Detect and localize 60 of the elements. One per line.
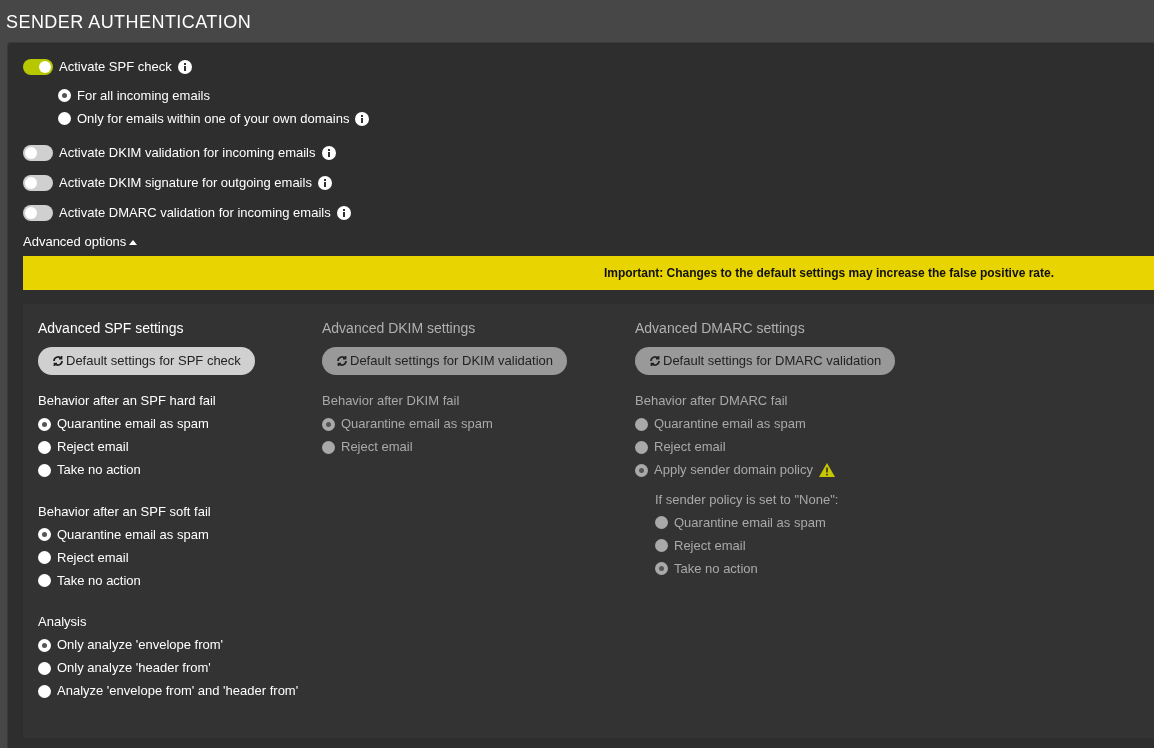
radio-button[interactable] [38, 574, 51, 587]
radio-button[interactable] [38, 684, 51, 698]
toggle-switch[interactable] [23, 175, 53, 191]
radio-label: Reject email [674, 536, 746, 555]
toggle-label: Activate DKIM validation for incoming emails [59, 144, 316, 163]
radio-label: Reject email [341, 438, 413, 457]
toggle-switch[interactable] [23, 59, 53, 75]
radio-label: Only analyze 'envelope from' [57, 636, 224, 655]
radio-button[interactable] [58, 112, 71, 125]
group-label: Analysis [38, 613, 88, 631]
radio-label: Quarantine email as spam [57, 525, 209, 544]
refresh-icon [52, 355, 64, 367]
refresh-icon [649, 355, 661, 367]
group-label: Behavior after an SPF hard fail [38, 392, 217, 410]
toggle-label: Activate DKIM signature for outgoing emails [59, 174, 312, 193]
page-title: SENDER AUTHENTICATION [5, 11, 253, 34]
radio-label: Quarantine email as spam [654, 415, 806, 434]
toggle-switch[interactable] [23, 205, 53, 221]
toggle-label: Activate SPF check [59, 58, 172, 77]
radio-button[interactable] [38, 528, 51, 541]
radio-label: Reject email [57, 548, 129, 567]
info-icon[interactable] [177, 60, 192, 74]
radio-label: Analyze 'envelope from' and 'header from' [57, 682, 299, 701]
advanced-options-link[interactable]: Advanced options [23, 232, 138, 252]
info-icon[interactable] [336, 206, 351, 220]
warning-banner: Important: Changes to the default settings may increase the false positive rate. [23, 256, 1154, 290]
radio-label: Quarantine email as spam [674, 513, 826, 532]
info-icon[interactable] [321, 146, 336, 160]
radio-label: Only for emails within one of your own domains [77, 109, 350, 128]
radio-button[interactable] [38, 440, 51, 454]
radio-label: Take no action [57, 461, 141, 480]
radio-label: Apply sender domain policy [654, 461, 813, 480]
radio-label: Reject email [654, 438, 726, 457]
reset-button[interactable]: Default settings for SPF check [38, 347, 255, 375]
column-title: Advanced DMARC settings [635, 319, 806, 338]
radio-button[interactable] [38, 417, 51, 431]
radio-label: Quarantine email as spam [341, 415, 493, 434]
radio-label: Reject email [57, 438, 129, 457]
group-label: Behavior after DKIM fail [322, 392, 461, 410]
radio-label: Take no action [57, 571, 141, 590]
group-label: Behavior after DMARC fail [635, 392, 789, 410]
group-label: If sender policy is set to "None": [655, 490, 840, 509]
radio-label: For all incoming emails [77, 86, 210, 105]
refresh-icon [336, 355, 348, 367]
radio-label: Take no action [674, 559, 758, 578]
group-label: Behavior after an SPF soft fail [38, 502, 212, 521]
warning-icon [819, 463, 835, 477]
radio-label: Quarantine email as spam [57, 415, 209, 434]
radio-button[interactable] [38, 638, 51, 652]
column-title: Advanced SPF settings [38, 319, 185, 338]
info-icon[interactable] [355, 111, 370, 126]
radio-button[interactable] [38, 551, 51, 564]
info-icon[interactable] [317, 176, 332, 190]
radio-button[interactable] [38, 463, 51, 477]
column-title: Advanced DKIM settings [322, 319, 477, 338]
toggle-switch[interactable] [23, 145, 53, 161]
radio-button[interactable] [38, 661, 51, 675]
toggle-label: Activate DMARC validation for incoming emails [59, 204, 331, 223]
radio-label: Only analyze 'header from' [57, 659, 211, 678]
radio-button[interactable] [58, 89, 71, 102]
